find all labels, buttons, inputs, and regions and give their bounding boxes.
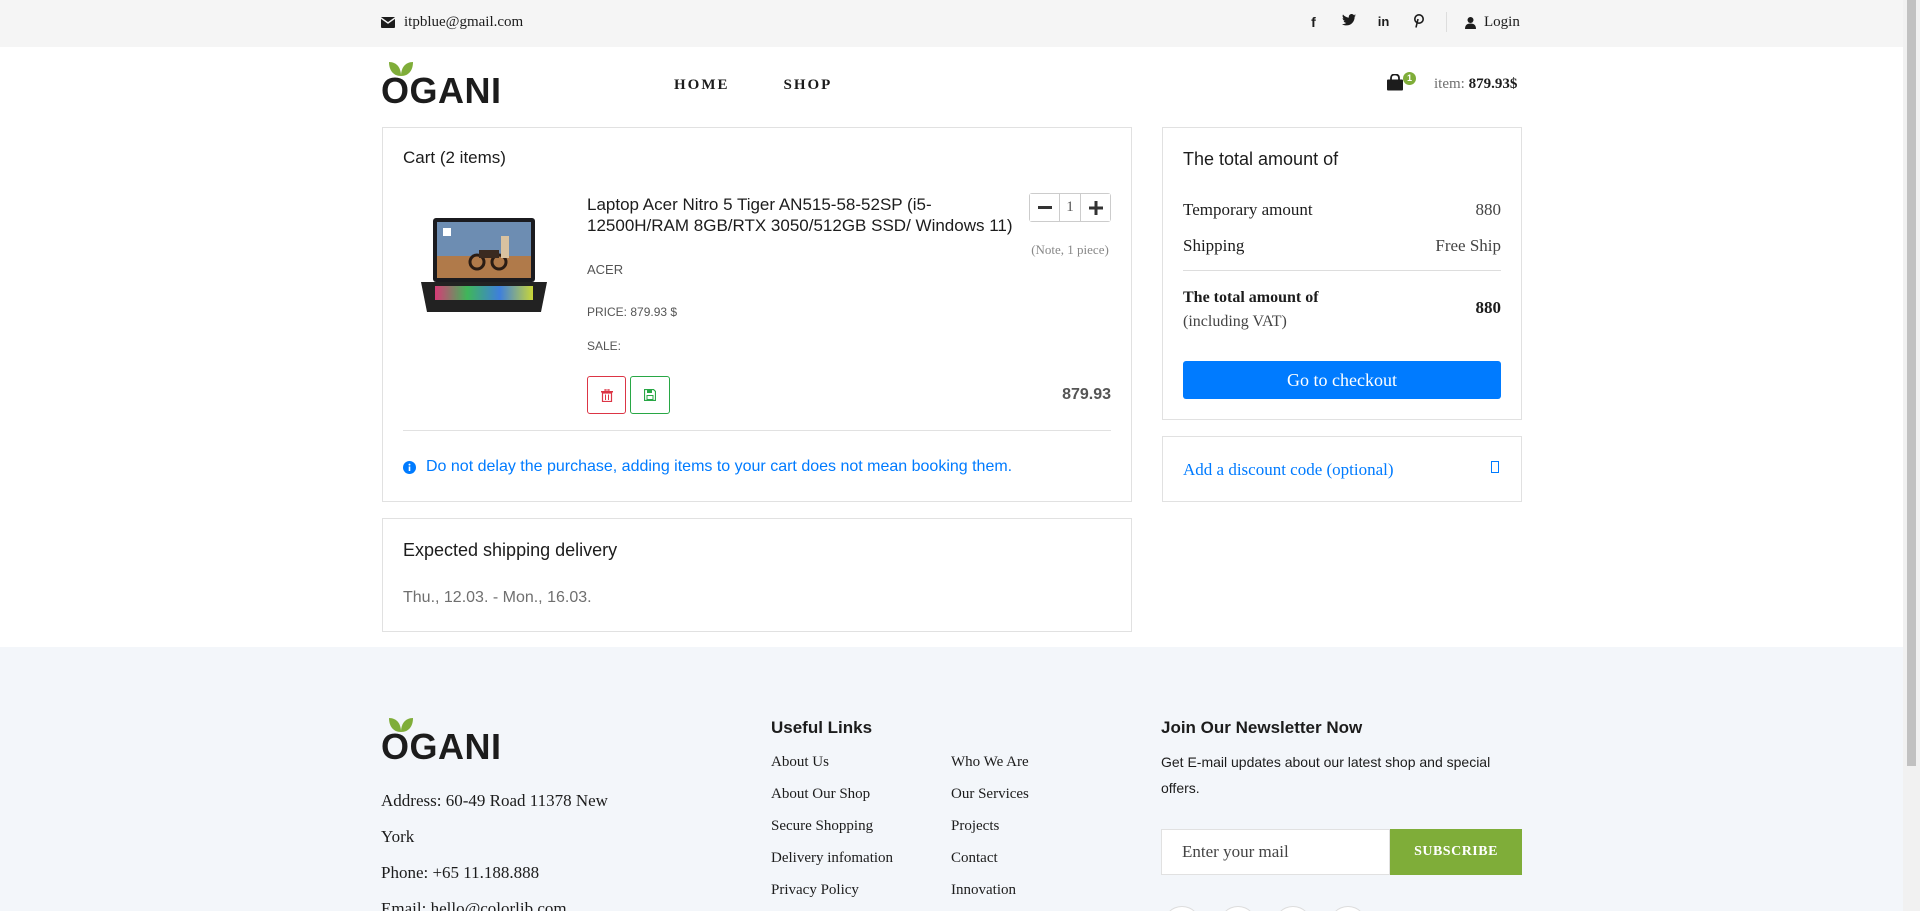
shipping-title: Expected shipping delivery — [403, 540, 618, 560]
increase-quantity-button[interactable] — [1081, 194, 1110, 221]
trash-icon — [600, 388, 613, 402]
delete-item-button[interactable] — [587, 376, 626, 414]
order-summary-panel: The total amount of Temporary amount 880… — [1162, 127, 1522, 420]
vat-note: (including VAT) — [1183, 313, 1287, 330]
footer-address-line-1: Address: 60-49 Road 11378 New — [381, 791, 608, 810]
footer-link[interactable]: Who We Are — [951, 754, 1029, 771]
summary-divider — [1183, 270, 1501, 271]
discount-toggle-icon — [1491, 461, 1499, 473]
shipping-label: Shipping — [1183, 236, 1245, 255]
topbar-divider — [1446, 12, 1447, 32]
useful-links-title: Useful Links — [771, 718, 873, 737]
footer-address-line-2: York — [381, 827, 415, 846]
footer-link[interactable]: Privacy Policy — [771, 882, 859, 899]
temporary-amount-row: Temporary amount 880 — [1183, 200, 1501, 220]
summary-title: The total amount of — [1183, 149, 1339, 169]
shipping-panel: Expected shipping delivery Thu., 12.03. … — [382, 518, 1132, 632]
footer-link[interactable]: Innovation — [951, 882, 1016, 899]
footer-link[interactable]: Our Services — [951, 786, 1029, 803]
temporary-amount-value: 880 — [1475, 200, 1502, 219]
footer-link[interactable]: About Our Shop — [771, 786, 870, 803]
nav-shop[interactable]: SHOP — [784, 77, 833, 94]
footer-link[interactable]: Secure Shopping — [771, 818, 873, 835]
facebook-icon[interactable]: f — [1306, 14, 1321, 33]
shipping-dates: Thu., 12.03. - Mon., 16.03. — [403, 589, 592, 606]
newsletter-title: Join Our Newsletter Now — [1161, 718, 1363, 737]
page-scrollbar[interactable] — [1903, 0, 1920, 911]
floppy-disk-icon — [644, 389, 656, 401]
minus-icon — [1037, 205, 1052, 209]
cart-notice-text: Do not delay the purchase, adding items … — [426, 458, 1013, 475]
envelope-icon — [381, 17, 395, 28]
checkout-button[interactable]: Go to checkout — [1183, 361, 1501, 399]
cart-count-badge: 1 — [1403, 72, 1416, 85]
pinterest-icon[interactable] — [1411, 14, 1426, 33]
login-label: Login — [1484, 14, 1520, 30]
newsletter-description: Get E-mail updates about our latest shop… — [1161, 754, 1491, 796]
plus-icon — [1088, 200, 1103, 215]
newsletter-email-input[interactable]: Enter your mail — [1161, 829, 1390, 875]
top-bar: itpblue@gmail.com f in Login — [0, 0, 1903, 47]
scrollbar-thumb[interactable] — [1907, 0, 1916, 766]
discount-panel[interactable]: Add a discount code (optional) — [1162, 436, 1522, 502]
info-icon — [403, 460, 416, 474]
main-nav: HOME SHOP — [674, 77, 832, 94]
footer — [0, 647, 1903, 911]
product-thumbnail[interactable] — [419, 216, 549, 316]
product-name[interactable]: Laptop Acer Nitro 5 Tiger AN515-58-52SP … — [587, 194, 1017, 236]
footer-logo-text: OGANI — [381, 726, 502, 767]
login-link[interactable]: Login — [1465, 14, 1520, 31]
user-icon — [1465, 16, 1476, 29]
final-total-label: The total amount of (including VAT) — [1183, 286, 1319, 334]
discount-code-toggle[interactable]: Add a discount code (optional) — [1183, 460, 1394, 480]
final-total-value: 880 — [1475, 298, 1502, 317]
linkedin-icon[interactable]: in — [1376, 14, 1391, 33]
shopping-bag-icon[interactable] — [1386, 74, 1404, 91]
footer-link[interactable]: About Us — [771, 754, 829, 771]
leaf-icon — [389, 62, 413, 76]
shipping-row: Shipping Free Ship — [1183, 236, 1501, 256]
footer-link[interactable]: Projects — [951, 818, 999, 835]
temporary-amount-label: Temporary amount — [1183, 200, 1313, 219]
product-price: PRICE: 879.93 $ — [587, 305, 678, 319]
footer-link[interactable]: Delivery infomation — [771, 850, 893, 867]
quantity-stepper: 1 — [1029, 193, 1111, 222]
site-logo[interactable]: OGANI — [381, 62, 502, 112]
line-total: 879.93 — [1062, 386, 1111, 403]
social-links: f in — [1306, 14, 1426, 33]
footer-link[interactable]: Contact — [951, 850, 998, 867]
email-text: itpblue@gmail.com — [404, 14, 524, 30]
quantity-note: (Note, 1 piece) — [1031, 242, 1109, 257]
header-cart-total[interactable]: item: 879.93$ — [1434, 76, 1517, 93]
leaf-icon — [389, 718, 413, 732]
footer-logo[interactable]: OGANI — [381, 718, 502, 768]
cart-total-label: item: — [1434, 76, 1465, 92]
cart-title: Cart (2 items) — [403, 148, 506, 167]
subscribe-button[interactable]: SUBSCRIBE — [1390, 829, 1522, 875]
footer-phone: Phone: +65 11.188.888 — [381, 863, 540, 882]
cart-panel: Cart (2 items) Laptop Acer Nitro 5 Tiger… — [382, 127, 1132, 502]
quantity-value[interactable]: 1 — [1059, 194, 1081, 221]
nav-home[interactable]: HOME — [674, 77, 730, 94]
header-email[interactable]: itpblue@gmail.com — [381, 14, 523, 31]
cart-divider — [403, 430, 1111, 431]
logo-text: OGANI — [381, 70, 502, 111]
cart-total-value: 879.93$ — [1468, 76, 1518, 92]
cart-notice: Do not delay the purchase, adding items … — [403, 458, 1012, 476]
decrease-quantity-button[interactable] — [1030, 194, 1059, 221]
twitter-icon[interactable] — [1341, 14, 1356, 33]
final-total-title: The total amount of — [1183, 289, 1319, 306]
footer-email: Email: hello@colorlib.com — [381, 899, 567, 911]
save-item-button[interactable] — [630, 376, 670, 414]
shipping-value: Free Ship — [1435, 236, 1501, 255]
product-brand: ACER — [587, 262, 624, 277]
product-sale: SALE: — [587, 339, 622, 353]
